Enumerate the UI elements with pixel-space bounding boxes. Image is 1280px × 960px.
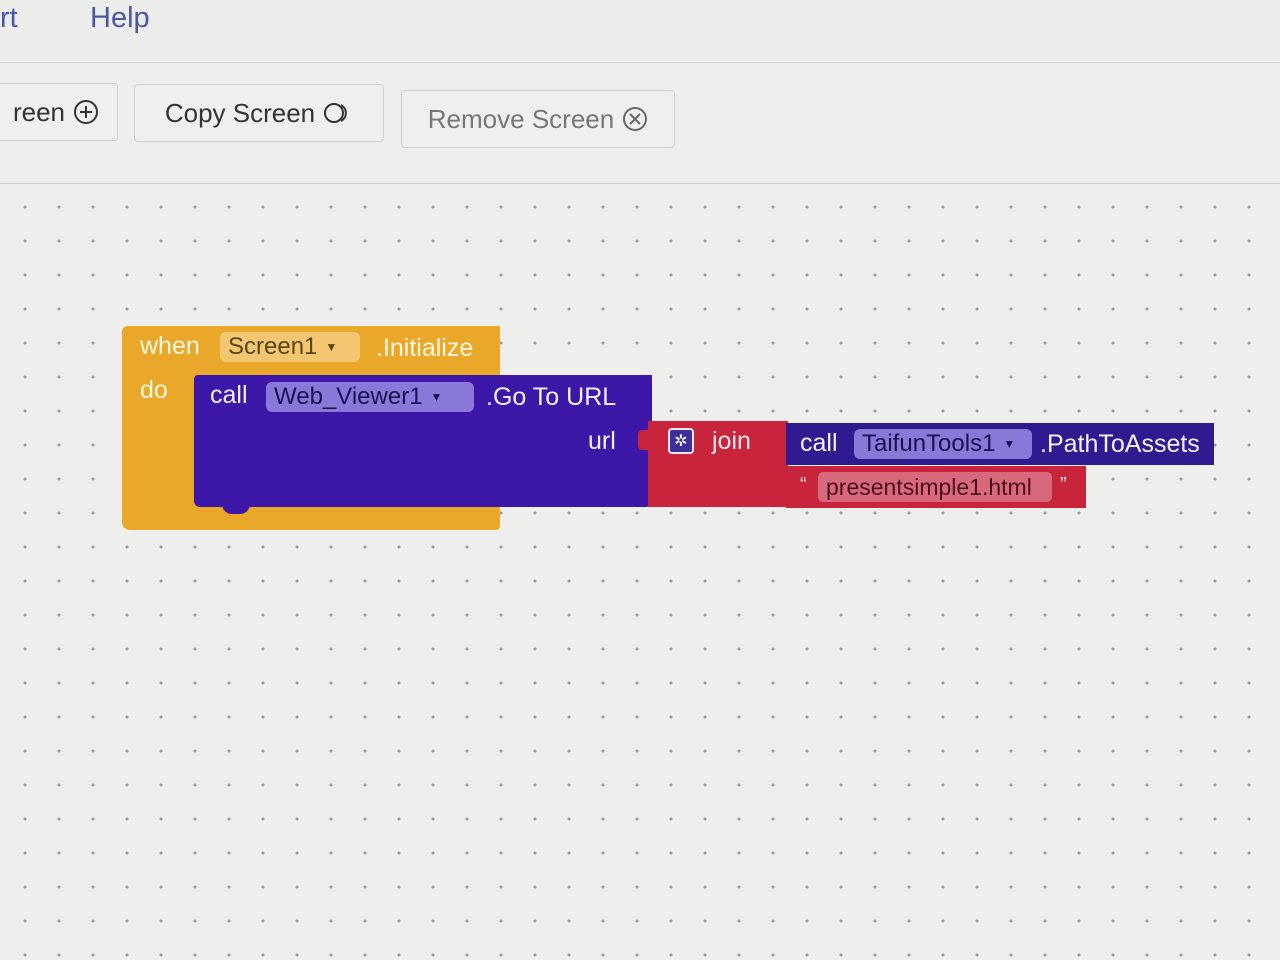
- add-screen-label: reen: [12, 96, 66, 127]
- web-viewer-component-dropdown[interactable]: Web_Viewer1 ▼: [266, 382, 474, 412]
- copy-screen-button[interactable]: Copy Screen: [134, 84, 384, 142]
- menu-bar: rt Help: [0, 0, 1280, 63]
- text-value-field[interactable]: presentsimple1.html: [818, 472, 1052, 502]
- call-label: call: [800, 429, 838, 457]
- event-name: .Initialize: [376, 334, 474, 362]
- plus-circle-icon: [73, 99, 99, 125]
- x-circle-icon: [622, 106, 648, 132]
- screen-component-dropdown[interactable]: Screen1 ▼: [220, 332, 360, 362]
- screen-component-name: Screen1: [228, 333, 318, 360]
- do-label: do: [140, 376, 168, 404]
- web-viewer-goto-url-block[interactable]: call Web_Viewer1 ▼ .Go To URL url: [194, 375, 652, 507]
- triangle-down-icon: ▼: [325, 340, 338, 354]
- copy-screen-label: Copy Screen: [164, 97, 316, 128]
- goto-url-method-name: .Go To URL: [486, 383, 617, 411]
- url-param-label: url: [588, 427, 616, 455]
- screen-toolbar: reen Copy Screen Remove Screen: [0, 63, 1280, 184]
- menu-item-project[interactable]: rt: [0, 2, 18, 35]
- add-screen-button[interactable]: reen: [0, 83, 118, 141]
- gear-icon[interactable]: ✲: [668, 428, 694, 454]
- remove-screen-label: Remove Screen: [427, 103, 615, 134]
- web-viewer-component-name: Web_Viewer1: [274, 383, 423, 410]
- taifuntools-component-dropdown[interactable]: TaifunTools1 ▼: [854, 429, 1032, 459]
- menu-item-help[interactable]: Help: [90, 2, 150, 35]
- call-label: call: [210, 381, 248, 409]
- remove-screen-button[interactable]: Remove Screen: [401, 90, 675, 148]
- copy-rings-icon: [323, 100, 353, 126]
- taifuntools-path-to-assets-block[interactable]: call TaifunTools1 ▼ .PathToAssets: [786, 423, 1214, 465]
- url-input-socket: [638, 430, 648, 450]
- when-label: when: [140, 332, 200, 360]
- triangle-down-icon: ▼: [1003, 437, 1016, 451]
- join-label: join: [712, 427, 751, 455]
- path-to-assets-method-name: .PathToAssets: [1040, 430, 1200, 458]
- triangle-down-icon: ▼: [430, 390, 443, 404]
- close-quote: ”: [1060, 474, 1067, 496]
- taifuntools-component-name: TaifunTools1: [862, 430, 996, 457]
- open-quote: “: [800, 474, 807, 496]
- blocks-workspace[interactable]: [0, 184, 1280, 960]
